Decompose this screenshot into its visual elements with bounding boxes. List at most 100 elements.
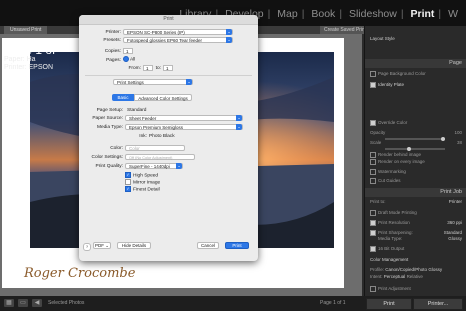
module-slideshow[interactable]: Slideshow [349,8,397,20]
color-label: Color: [110,146,123,151]
print-resolution-checkbox[interactable] [370,220,376,226]
cut-guides-checkbox[interactable] [370,178,376,184]
draft-mode-checkbox[interactable] [370,210,376,216]
chevron-down-icon: ⌄ [236,124,242,130]
render-behind-row[interactable]: Render behind image [365,152,466,158]
print-dialog: Print Printer: EPSON SC-P800 Series (IP)… [79,15,258,261]
identity-plate-signature[interactable]: Roger Crocombe [24,266,135,281]
selected-photos-label[interactable]: Selected Photos [48,300,84,306]
layout-style-row: Layout Style [370,36,395,41]
render-every-row[interactable]: Render on every image [365,159,466,165]
pages-all-radio[interactable]: All [123,56,135,63]
tab-basic[interactable]: Basic [112,94,134,101]
color-management-row: Color Management [370,257,409,262]
scale-row: Scale 38 [370,140,462,145]
media-type-select[interactable]: Epson Premium Semigloss ⌄ [125,124,243,130]
print-button[interactable]: Print [366,298,412,310]
override-color-row[interactable]: Override Color [365,120,466,126]
checkmark-icon: ✓ [125,186,131,192]
module-web[interactable]: W [448,8,458,20]
divider [85,75,252,76]
intent-relative[interactable]: Relative [407,274,423,279]
render-every-checkbox[interactable] [370,159,376,165]
module-map[interactable]: Map [277,8,297,20]
watermarking-checkbox[interactable] [370,169,376,175]
print-job-panel-header[interactable]: Print Job [365,188,466,197]
color-settings-select[interactable]: Off (No Color Adjustment) [125,154,195,160]
presets-label: Presets: [103,38,121,43]
lightroom-window: Library | Develop | Map | Book | Slideshow | … [0,0,466,311]
profile-row[interactable]: Profile: Canon/Copied/Photo Glossy [365,267,466,273]
unsaved-print-tab[interactable]: Unsaved Print [4,26,48,34]
grid-icon[interactable]: ▦ [4,299,14,307]
chevron-down-icon: ⌄ [226,37,232,43]
paper-source-label: Paper Source: [92,116,123,121]
watermarking-row[interactable]: Watermarking [365,169,466,175]
bit-output-checkbox[interactable] [370,246,376,252]
help-button[interactable]: ? [83,243,91,251]
pdf-menu-button[interactable]: PDF ⌄ [93,242,111,249]
bit-output-row[interactable]: 16 Bit Output [365,246,466,252]
pages-from-label: From: [128,66,141,71]
checkmark-icon: ✓ [125,172,131,178]
module-book[interactable]: Book [311,8,335,20]
printer-button[interactable]: Printer... [413,298,463,310]
right-panel: Layout Style Page Page Background Color … [364,26,466,296]
cancel-button[interactable]: Cancel [197,242,219,249]
page-bg-checkbox[interactable] [370,71,376,77]
scale-slider[interactable] [385,147,445,151]
section-select[interactable]: Print Settings ⌄ [113,79,193,85]
print-quality-select[interactable]: SuperFine - 1440dpi ⌄ [125,163,183,169]
pages-label: Pages: [106,58,121,63]
media-type-label: Media Type: [96,125,123,130]
paper-source-select[interactable]: Sheet Feeder ⌄ [125,115,243,121]
presets-select[interactable]: Fotospeed glossies EP60 Tear feeder ⌄ [123,37,233,43]
checkbox-empty-icon [125,179,131,185]
previous-page-icon[interactable]: ◀ [32,299,42,307]
page-setup-label: Page Setup: [96,108,123,113]
render-behind-checkbox[interactable] [370,152,376,158]
ink-label: Ink: [139,134,147,139]
pages-to-field[interactable]: 1 [163,65,173,71]
page-counter: Page 1 of 1 [320,300,346,306]
intent-perceptual[interactable]: Perceptual [384,274,406,279]
draft-mode-row[interactable]: Draft Mode Printing [365,210,466,216]
print-confirm-button[interactable]: Print [225,242,249,249]
dialog-title: Print [79,15,258,25]
print-resolution-row[interactable]: Print Resolution 360 ppi [365,220,466,226]
hide-details-button[interactable]: Hide Details [117,242,151,249]
page-background-color-row[interactable]: Page Background Color [365,71,466,77]
page-view-icon[interactable]: ▭ [18,299,28,307]
chevron-down-icon: ⌄ [176,163,182,169]
chevron-down-icon: ⌄ [226,29,232,35]
pages-to-label: to: [155,66,161,71]
printer-label: Printer: [105,30,121,35]
color-select[interactable]: Color [125,145,185,151]
opacity-row: Opacity 100 [370,130,462,135]
chevron-down-icon: ⌄ [186,79,192,85]
identity-plate-checkbox[interactable] [370,82,376,88]
page-number: Page 1 of [4,43,56,57]
page-panel-header[interactable]: Page [365,59,466,68]
print-adjustment-checkbox[interactable] [370,286,376,292]
override-color-checkbox[interactable] [370,120,376,126]
finest-detail-checkbox[interactable]: ✓ Finest Detail [125,186,160,193]
create-saved-print-button[interactable]: Create Saved Print [320,26,371,34]
radio-selected-icon [123,56,129,62]
paper-info: Paper: Ha [4,56,36,63]
print-adjustment-row[interactable]: Print Adjustment [365,286,466,292]
page-setup-value: Standard [127,108,147,113]
print-to-row[interactable]: Print to: Printer [365,199,466,205]
tab-advanced-color[interactable]: Advanced Color Settings [134,94,192,101]
media-type-row[interactable]: Media Type: Glossy [365,236,466,242]
copies-field[interactable]: 1 [123,48,133,54]
module-print[interactable]: Print [411,8,435,20]
intent-row[interactable]: Intent: Perceptual Relative [365,274,466,280]
printer-select[interactable]: EPSON SC-P800 Series (IP) ⌄ [123,29,233,35]
identity-plate-row[interactable]: Identity Plate [365,82,466,88]
ink-value: Photo Black [149,134,175,139]
page-info-overlay: Page 1 of Paper: Ha Printer: EPSON [4,44,55,72]
printer-info: Printer: EPSON [4,64,54,71]
cut-guides-row[interactable]: Cut Guides [365,178,466,184]
scale-slider-knob[interactable] [407,147,411,151]
